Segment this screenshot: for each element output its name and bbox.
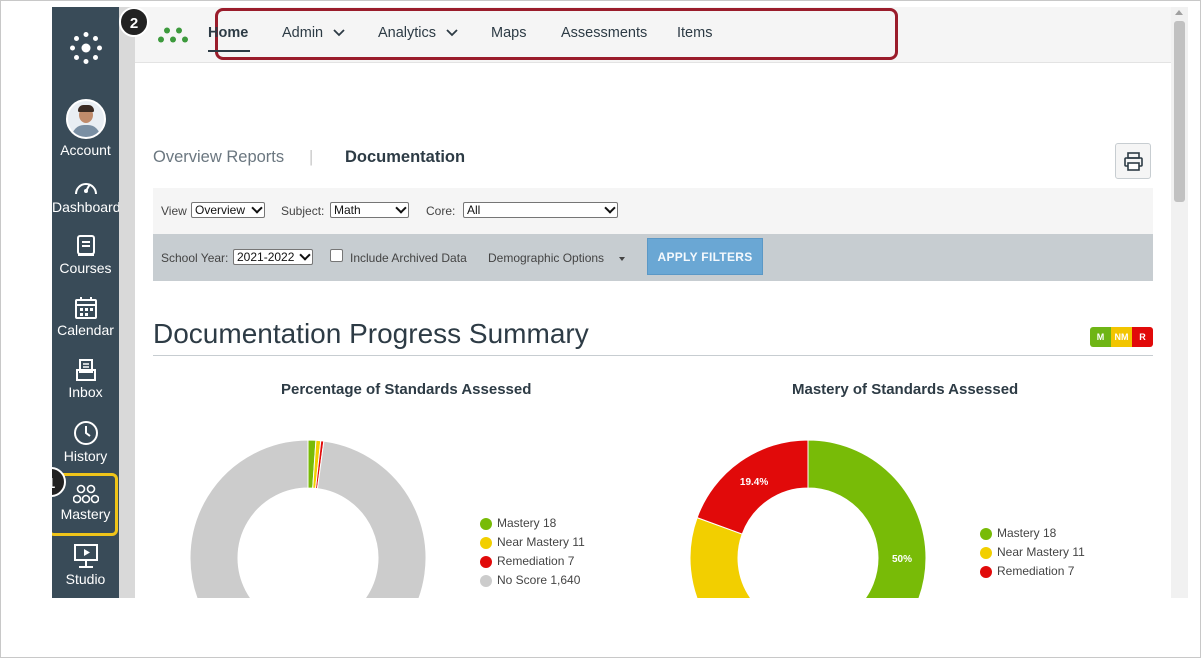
sidebar-item-studio[interactable]: Studio <box>52 543 119 587</box>
mastery-app-logo-icon[interactable] <box>157 27 189 43</box>
tab-items[interactable]: Items <box>677 25 712 41</box>
sidebar-item-label: Courses <box>59 260 112 276</box>
legend-swatch <box>480 518 492 530</box>
sidebar-item-inbox[interactable]: Inbox <box>52 358 119 400</box>
sidebar-gutter <box>119 7 135 598</box>
donut-data-label: 19.4% <box>740 477 768 488</box>
avatar <box>65 99 106 139</box>
scrollbar-thumb[interactable] <box>1174 21 1185 202</box>
standards-assessed-donut-chart <box>189 439 427 598</box>
sidebar-item-history[interactable]: History <box>52 420 119 464</box>
school-year-label: School Year: <box>161 251 229 265</box>
caret-down-icon <box>619 257 625 261</box>
chevron-down-icon <box>333 29 345 37</box>
school-year-select[interactable]: 2021-2022 <box>233 249 313 265</box>
sidebar-item-label: Studio <box>65 571 106 587</box>
mastery-of-standards-donut-chart: 50% 19.4% <box>689 439 927 598</box>
title-divider <box>153 355 1153 356</box>
browser-viewport: Account Dashboard Courses Calendar Inbox… <box>52 7 1188 598</box>
subnav-documentation[interactable]: Documentation <box>345 148 465 167</box>
sidebar-item-courses[interactable]: Courses <box>52 234 119 276</box>
donut-data-label: 50% <box>892 554 912 565</box>
legend-swatch <box>980 528 992 540</box>
subnav-separator: | <box>309 148 314 166</box>
filter-bar-secondary: School Year: 2021-2022 Include Archived … <box>153 234 1153 281</box>
chart-title-standards-assessed: Percentage of Standards Assessed <box>281 381 532 398</box>
remediation-key-chip: R <box>1132 327 1153 347</box>
subnav-overview-reports[interactable]: Overview Reports <box>153 148 284 167</box>
active-tab-indicator <box>208 50 250 52</box>
filter-bar-primary: View Overview Subject: Math Core: All <box>153 188 1153 234</box>
tab-home[interactable]: Home <box>208 25 250 52</box>
demographic-options-dropdown[interactable]: Demographic Options <box>488 251 604 265</box>
dashboard-icon <box>74 183 97 195</box>
donut-slice-no-score[interactable] <box>189 439 427 598</box>
include-archived-checkbox[interactable] <box>330 249 343 262</box>
history-icon <box>73 421 98 445</box>
view-select[interactable]: Overview <box>191 202 265 218</box>
sidebar-item-account[interactable]: Account <box>52 99 119 158</box>
legend-swatch <box>480 575 492 587</box>
core-select[interactable]: All <box>463 202 618 218</box>
sidebar-item-label: Account <box>60 142 111 158</box>
donut-slice-near-mastery[interactable] <box>689 517 808 598</box>
tab-analytics[interactable]: Analytics <box>378 25 458 41</box>
sidebar-item-label: Dashboard <box>52 199 121 215</box>
legend-swatch <box>480 556 492 568</box>
sidebar-item-label: Calendar <box>57 322 114 338</box>
canvas-logo-icon[interactable] <box>69 31 103 65</box>
include-archived-label: Include Archived Data <box>350 251 467 265</box>
sidebar-item-label: History <box>63 448 108 464</box>
scroll-up-arrow-icon[interactable] <box>1175 10 1183 15</box>
core-label: Core: <box>426 204 456 218</box>
main-content: Overview Reports | Documentation View Ov… <box>153 62 1153 598</box>
select-caret-icon <box>251 202 263 214</box>
global-nav-sidebar: Account Dashboard Courses Calendar Inbox… <box>52 7 121 598</box>
mastery-top-nav-bar: Home Admin Analytics Maps Assessments It… <box>135 7 1171 63</box>
print-button[interactable] <box>1115 143 1151 179</box>
sidebar-item-label: Inbox <box>68 384 103 400</box>
inbox-icon <box>75 359 96 381</box>
page-title: Documentation Progress Summary <box>153 318 589 349</box>
donut-slice-mastery[interactable] <box>807 439 927 598</box>
view-label: View <box>161 204 187 218</box>
near-mastery-key-chip: NM <box>1111 327 1132 347</box>
screenshot-frame: Account Dashboard Courses Calendar Inbox… <box>0 0 1201 658</box>
callout-badge-2: 2 <box>119 7 149 37</box>
mastery-key-chip: M <box>1090 327 1111 347</box>
tab-maps[interactable]: Maps <box>491 25 526 41</box>
chevron-down-icon <box>446 29 458 37</box>
sidebar-item-calendar[interactable]: Calendar <box>52 296 119 338</box>
legend-swatch <box>980 566 992 578</box>
studio-icon <box>73 544 98 568</box>
select-caret-icon <box>299 249 311 261</box>
select-caret-icon <box>604 202 616 214</box>
courses-icon <box>76 235 95 256</box>
subject-select[interactable]: Math <box>330 202 409 218</box>
printer-icon <box>1124 152 1143 171</box>
calendar-icon <box>74 297 97 319</box>
sidebar-item-dashboard[interactable]: Dashboard <box>52 175 121 215</box>
tab-assessments[interactable]: Assessments <box>561 25 647 41</box>
legend-swatch <box>980 547 992 559</box>
select-caret-icon <box>395 202 407 214</box>
legend-swatch <box>480 537 492 549</box>
vertical-scrollbar[interactable] <box>1171 7 1188 598</box>
apply-filters-button[interactable]: APPLY FILTERS <box>647 238 763 275</box>
chart-title-mastery-of-standards: Mastery of Standards Assessed <box>792 381 1019 398</box>
subject-label: Subject: <box>281 204 325 218</box>
tab-admin[interactable]: Admin <box>282 25 345 41</box>
